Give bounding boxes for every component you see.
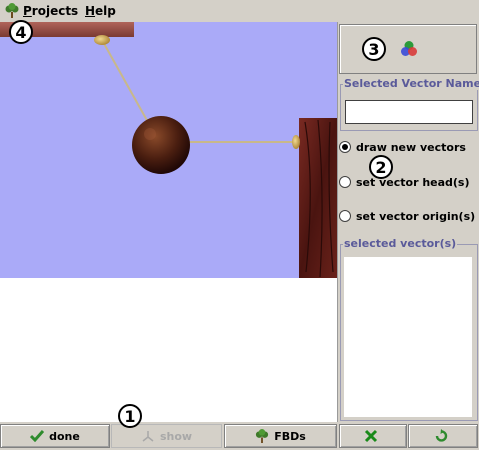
selected-vector-name-group: Selected Vector Name bbox=[340, 77, 479, 131]
x-icon bbox=[364, 429, 377, 443]
done-label: done bbox=[49, 429, 80, 443]
mode-draw-new-vectors[interactable]: draw new vectors bbox=[339, 139, 466, 155]
callout-4: 4 bbox=[9, 20, 33, 44]
menu-help[interactable]: Help bbox=[85, 4, 116, 18]
pendulum-ball[interactable] bbox=[132, 116, 190, 174]
color-picker-button[interactable] bbox=[339, 24, 477, 74]
tree-icon bbox=[5, 3, 19, 18]
callout-1: 1 bbox=[118, 404, 142, 428]
radio-button[interactable] bbox=[339, 210, 351, 222]
menu-projects[interactable]: Projects bbox=[23, 4, 78, 18]
pendulum-drawing bbox=[0, 22, 337, 278]
fbds-label: FBDs bbox=[274, 429, 306, 443]
selected-vectors-list[interactable] bbox=[344, 257, 472, 417]
done-button[interactable]: done bbox=[0, 424, 110, 448]
menu-bar: Projects Help bbox=[0, 0, 479, 22]
reset-button[interactable] bbox=[408, 424, 478, 448]
mode-label: draw new vectors bbox=[356, 140, 466, 154]
selected-vectors-group: selected vector(s) bbox=[340, 237, 478, 421]
vector-name-input[interactable] bbox=[345, 100, 473, 124]
simulation-scene[interactable] bbox=[0, 22, 337, 278]
mode-label: set vector origin(s) bbox=[356, 209, 476, 223]
side-knob bbox=[292, 135, 300, 149]
color-circles-icon bbox=[401, 41, 417, 56]
radio-button[interactable] bbox=[339, 141, 351, 153]
callout-2: 2 bbox=[369, 155, 393, 179]
undo-arrow-icon bbox=[435, 429, 447, 442]
menu-help-label: elp bbox=[95, 4, 116, 18]
callout-3: 3 bbox=[362, 37, 386, 61]
vector-show-icon bbox=[142, 431, 154, 442]
lower-canvas bbox=[0, 278, 337, 422]
mode-set-vector-heads[interactable]: set vector head(s) bbox=[339, 174, 470, 190]
selected-vectors-title: selected vector(s) bbox=[343, 237, 458, 250]
radio-button[interactable] bbox=[339, 176, 351, 188]
checkmark-icon bbox=[30, 430, 45, 442]
show-label: show bbox=[159, 429, 193, 443]
menu-projects-label: rojects bbox=[31, 4, 79, 18]
tree-icon bbox=[256, 429, 269, 443]
fbds-button[interactable]: FBDs bbox=[224, 424, 337, 448]
selected-vector-name-title: Selected Vector Name bbox=[343, 77, 479, 90]
top-knob bbox=[94, 35, 110, 45]
mode-label: set vector head(s) bbox=[356, 175, 470, 189]
cancel-button[interactable] bbox=[339, 424, 407, 448]
mode-set-vector-origins[interactable]: set vector origin(s) bbox=[339, 208, 475, 224]
